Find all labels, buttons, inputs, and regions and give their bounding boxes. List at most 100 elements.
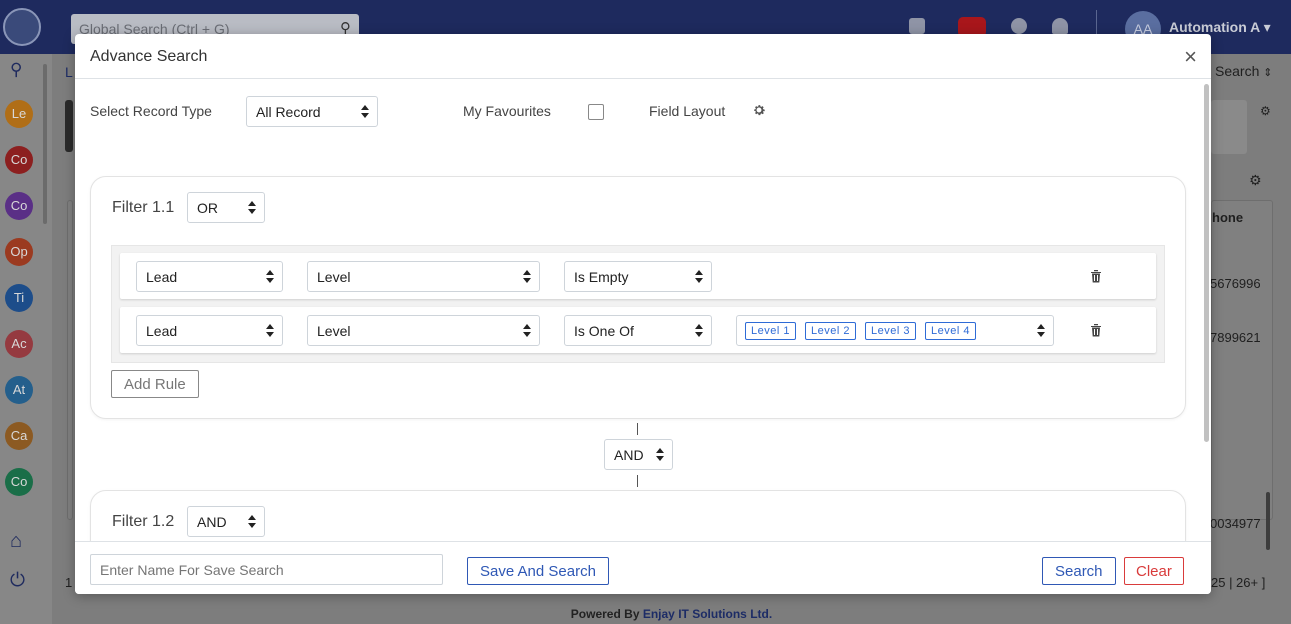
sidebar-item[interactable]: Co	[5, 192, 33, 220]
select-arrows-icon	[248, 515, 256, 529]
background-table-edge	[67, 200, 73, 520]
select-arrows-icon	[266, 270, 274, 284]
field-layout-label: Field Layout	[649, 103, 726, 119]
rule-values-multiselect[interactable]: Level 1 Level 2 Level 3 Level 4	[736, 315, 1054, 346]
rule-condition-select[interactable]: Is One Of	[564, 315, 712, 346]
record-type-select[interactable]: All Record	[246, 96, 378, 127]
filter-title: Filter 1.1	[112, 199, 175, 216]
record-type-value: All Record	[256, 104, 321, 120]
value-tag[interactable]: Level 4	[925, 322, 976, 340]
table-cell-phone: 0034977	[1210, 516, 1261, 531]
filter-title: Filter 1.2	[112, 513, 175, 530]
delete-rule-icon[interactable]	[1090, 269, 1102, 283]
rule-condition-value: Is Empty	[574, 269, 629, 285]
settings-icon[interactable]: ⚙	[1260, 104, 1271, 118]
value-tag[interactable]: Level 2	[805, 322, 856, 340]
rules-container: Lead Level Is Empty Lead Level Is One Of…	[111, 245, 1165, 363]
select-arrows-icon	[266, 324, 274, 338]
breadcrumb[interactable]: L	[65, 64, 73, 80]
bell-icon[interactable]	[1052, 18, 1068, 34]
gear-icon[interactable]	[752, 103, 766, 117]
connector-line	[637, 423, 638, 435]
filter-group-1-1: Filter 1.1 OR Lead Level Is Empty Lead L…	[90, 176, 1186, 419]
table-cell-phone: 5676996	[1210, 276, 1261, 291]
favourites-checkbox[interactable]	[588, 104, 604, 120]
sidebar-item[interactable]: Ac	[5, 330, 33, 358]
rule-field-value: Level	[317, 269, 351, 285]
record-type-label: Select Record Type	[90, 103, 212, 119]
pagination-right: 25 | 26+ ]	[1211, 575, 1266, 590]
search-icon[interactable]: ⚲	[10, 60, 22, 80]
select-arrows-icon	[695, 270, 703, 284]
pagination-left: 1	[65, 575, 73, 590]
user-name: Automation A	[1169, 19, 1260, 35]
modal-header: Advance Search ×	[75, 34, 1211, 79]
delete-rule-icon[interactable]	[1090, 323, 1102, 337]
table-cell-phone: 7899621	[1210, 330, 1261, 345]
filter-rule: Lead Level Is Empty	[120, 253, 1156, 299]
add-rule-button[interactable]: Add Rule	[111, 370, 199, 398]
sidebar-item[interactable]: At	[5, 376, 33, 404]
select-arrows-icon	[523, 270, 531, 284]
filter-operator-select[interactable]: AND	[187, 506, 265, 537]
rule-field-select[interactable]: Level	[307, 315, 540, 346]
search-dropdown[interactable]: Search ⇕	[1215, 63, 1272, 79]
rule-field-value: Level	[317, 323, 351, 339]
value-tag[interactable]: Level 3	[865, 322, 916, 340]
background-card-edge	[65, 100, 73, 152]
footer-prefix: Powered By	[570, 607, 640, 621]
sidebar-item[interactable]: Ca	[5, 422, 33, 450]
sidebar-item[interactable]: Ti	[5, 284, 33, 312]
clear-button[interactable]: Clear	[1124, 557, 1184, 585]
modal-body: Select Record Type All Record My Favouri…	[75, 80, 1211, 541]
select-arrows-icon	[248, 201, 256, 215]
sidebar: ⚲ Le Co Co Op Ti Ac At Ca Co ⌂ ⏻	[0, 54, 52, 624]
rule-condition-select[interactable]: Is Empty	[564, 261, 712, 292]
rule-module-value: Lead	[146, 323, 178, 339]
globe-icon[interactable]	[1011, 18, 1027, 34]
filter-operator-value: OR	[197, 200, 218, 216]
background-panel	[1211, 100, 1247, 154]
filter-operator-select[interactable]: OR	[187, 192, 265, 223]
sidebar-item[interactable]: Le	[5, 100, 33, 128]
modal-scrollbar[interactable]	[1204, 84, 1209, 442]
rule-condition-value: Is One Of	[574, 323, 634, 339]
background-table	[1211, 200, 1273, 520]
select-arrows-icon	[1037, 324, 1045, 338]
home-icon[interactable]: ⌂	[10, 530, 22, 553]
modal-footer: Save And Search Search Clear	[75, 541, 1211, 594]
select-arrows-icon	[361, 105, 369, 119]
rule-module-select[interactable]: Lead	[136, 315, 283, 346]
sidebar-item[interactable]: Co	[5, 146, 33, 174]
table-scrollbar[interactable]	[1266, 492, 1270, 550]
value-tag[interactable]: Level 1	[745, 322, 796, 340]
save-and-search-button[interactable]: Save And Search	[467, 557, 609, 585]
chevron-down-icon: ▾	[1263, 19, 1271, 35]
sidebar-item[interactable]: Op	[5, 238, 33, 266]
favourites-label: My Favourites	[463, 103, 551, 119]
gear-icon[interactable]: ⚙	[1249, 172, 1262, 189]
app-logo[interactable]	[3, 8, 41, 46]
footer-brand-link[interactable]: Enjay IT Solutions Ltd.	[643, 607, 772, 621]
sidebar-item[interactable]: Co	[5, 468, 33, 496]
search-button[interactable]: Search	[1042, 557, 1116, 585]
close-icon[interactable]: ×	[1184, 44, 1197, 70]
rule-field-select[interactable]: Level	[307, 261, 540, 292]
select-arrows-icon	[656, 448, 664, 462]
document-icon[interactable]	[909, 18, 925, 34]
filter-rule: Lead Level Is One Of Level 1 Level 2 Lev…	[120, 307, 1156, 353]
sidebar-scrollbar[interactable]	[43, 64, 47, 224]
power-icon[interactable]: ⏻	[10, 570, 25, 592]
table-header-phone: hone	[1212, 210, 1244, 225]
connector-line	[637, 475, 638, 487]
modal-title: Advance Search	[90, 48, 208, 65]
search-dropdown-label: Search	[1215, 63, 1260, 79]
group-connector-value: AND	[614, 447, 644, 463]
select-arrows-icon	[695, 324, 703, 338]
page-footer: Powered By Enjay IT Solutions Ltd.	[52, 600, 1291, 624]
save-search-name-input[interactable]	[90, 554, 443, 585]
advance-search-modal: Advance Search × Select Record Type All …	[75, 34, 1211, 594]
group-connector-select[interactable]: AND	[604, 439, 673, 470]
filter-operator-value: AND	[197, 514, 227, 530]
rule-module-select[interactable]: Lead	[136, 261, 283, 292]
